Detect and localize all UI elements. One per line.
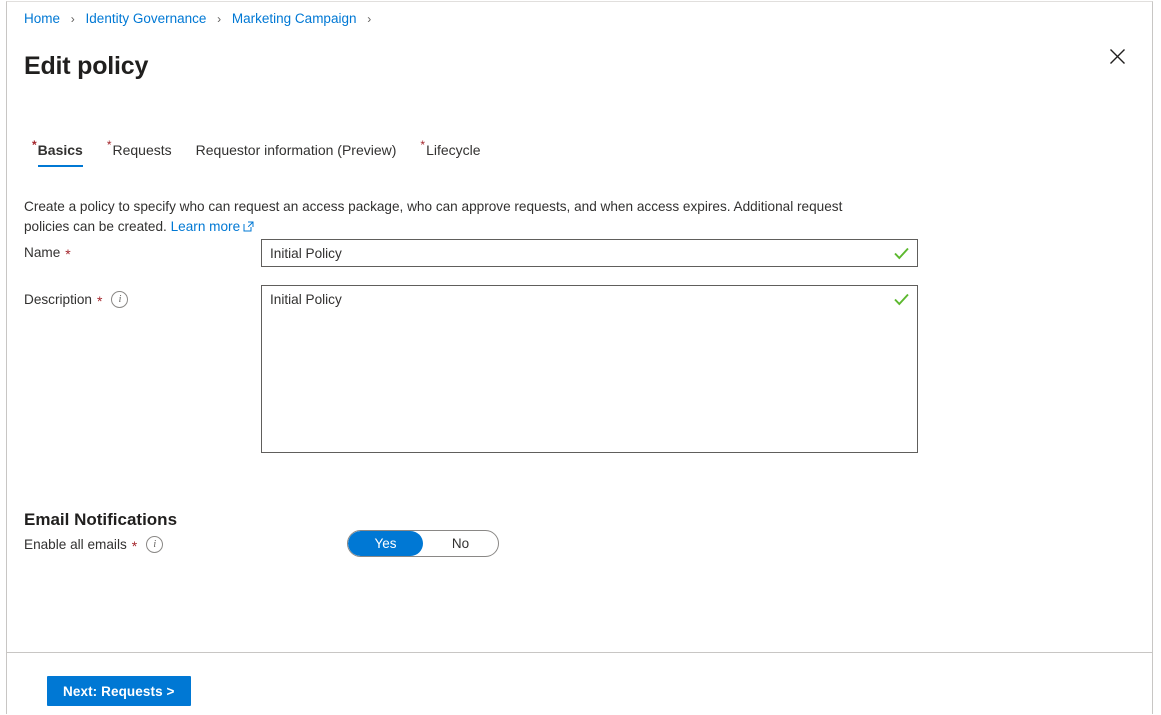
name-field-wrapper: [261, 239, 918, 267]
breadcrumb-item-home[interactable]: Home: [24, 11, 60, 26]
footer-divider: [7, 652, 1152, 653]
tab-basics-label: Basics: [37, 142, 83, 158]
description-field-wrapper: Initial Policy: [261, 285, 918, 458]
tab-requests-label: Requests: [112, 142, 172, 158]
tab-basics[interactable]: *Basics: [24, 139, 95, 167]
info-icon[interactable]: i: [146, 536, 164, 553]
tab-requestor-information-label: Requestor information (Preview): [195, 142, 397, 158]
learn-more-link[interactable]: Learn more: [171, 219, 241, 234]
tab-required-marker: *: [420, 138, 426, 153]
next-requests-button[interactable]: Next: Requests >: [47, 676, 191, 706]
tab-required-marker: *: [106, 138, 112, 153]
name-required-marker: *: [65, 245, 71, 262]
description-label-text: Description: [24, 292, 92, 307]
breadcrumb-item-marketing-campaign[interactable]: Marketing Campaign: [232, 11, 357, 26]
breadcrumb-separator-icon: ›: [217, 12, 222, 26]
breadcrumb: Home › Identity Governance › Marketing C…: [24, 10, 378, 28]
enable-all-emails-toggle[interactable]: Yes No: [347, 530, 499, 557]
tab-active-indicator: [38, 164, 83, 167]
page-title: Edit policy: [24, 51, 149, 80]
tab-list: *Basics *Requests Requestor information …: [24, 135, 493, 167]
close-icon: [1109, 48, 1126, 68]
intro-description: Create a policy to specify who can reque…: [24, 198, 843, 234]
breadcrumb-item-identity-governance[interactable]: Identity Governance: [86, 11, 207, 26]
description-label: Description * i: [24, 291, 129, 309]
enable-all-emails-label-text: Enable all emails: [24, 537, 127, 552]
tab-required-marker: *: [32, 138, 37, 153]
intro-text: Create a policy to specify who can reque…: [24, 197, 869, 238]
tab-lifecycle[interactable]: *Lifecycle: [408, 139, 492, 167]
external-link-icon: [243, 218, 254, 238]
toggle-option-yes[interactable]: Yes: [348, 531, 423, 556]
description-required-marker: *: [97, 292, 103, 309]
tab-requests[interactable]: *Requests: [95, 139, 184, 167]
breadcrumb-separator-icon: ›: [70, 12, 75, 26]
tab-requestor-information[interactable]: Requestor information (Preview): [184, 142, 409, 167]
close-button[interactable]: [1101, 42, 1133, 74]
edit-policy-blade: Home › Identity Governance › Marketing C…: [6, 1, 1153, 714]
breadcrumb-separator-icon: ›: [367, 12, 372, 26]
toggle-option-no[interactable]: No: [423, 531, 498, 556]
tab-lifecycle-label: Lifecycle: [426, 142, 481, 158]
name-label: Name *: [24, 245, 71, 262]
name-label-text: Name: [24, 245, 61, 260]
info-icon[interactable]: i: [111, 291, 129, 308]
name-input[interactable]: [261, 239, 918, 267]
enable-all-emails-required-marker: *: [131, 537, 138, 554]
description-textarea[interactable]: Initial Policy: [261, 285, 918, 453]
enable-all-emails-label: Enable all emails * i: [24, 536, 164, 554]
email-notifications-heading: Email Notifications: [24, 510, 178, 530]
